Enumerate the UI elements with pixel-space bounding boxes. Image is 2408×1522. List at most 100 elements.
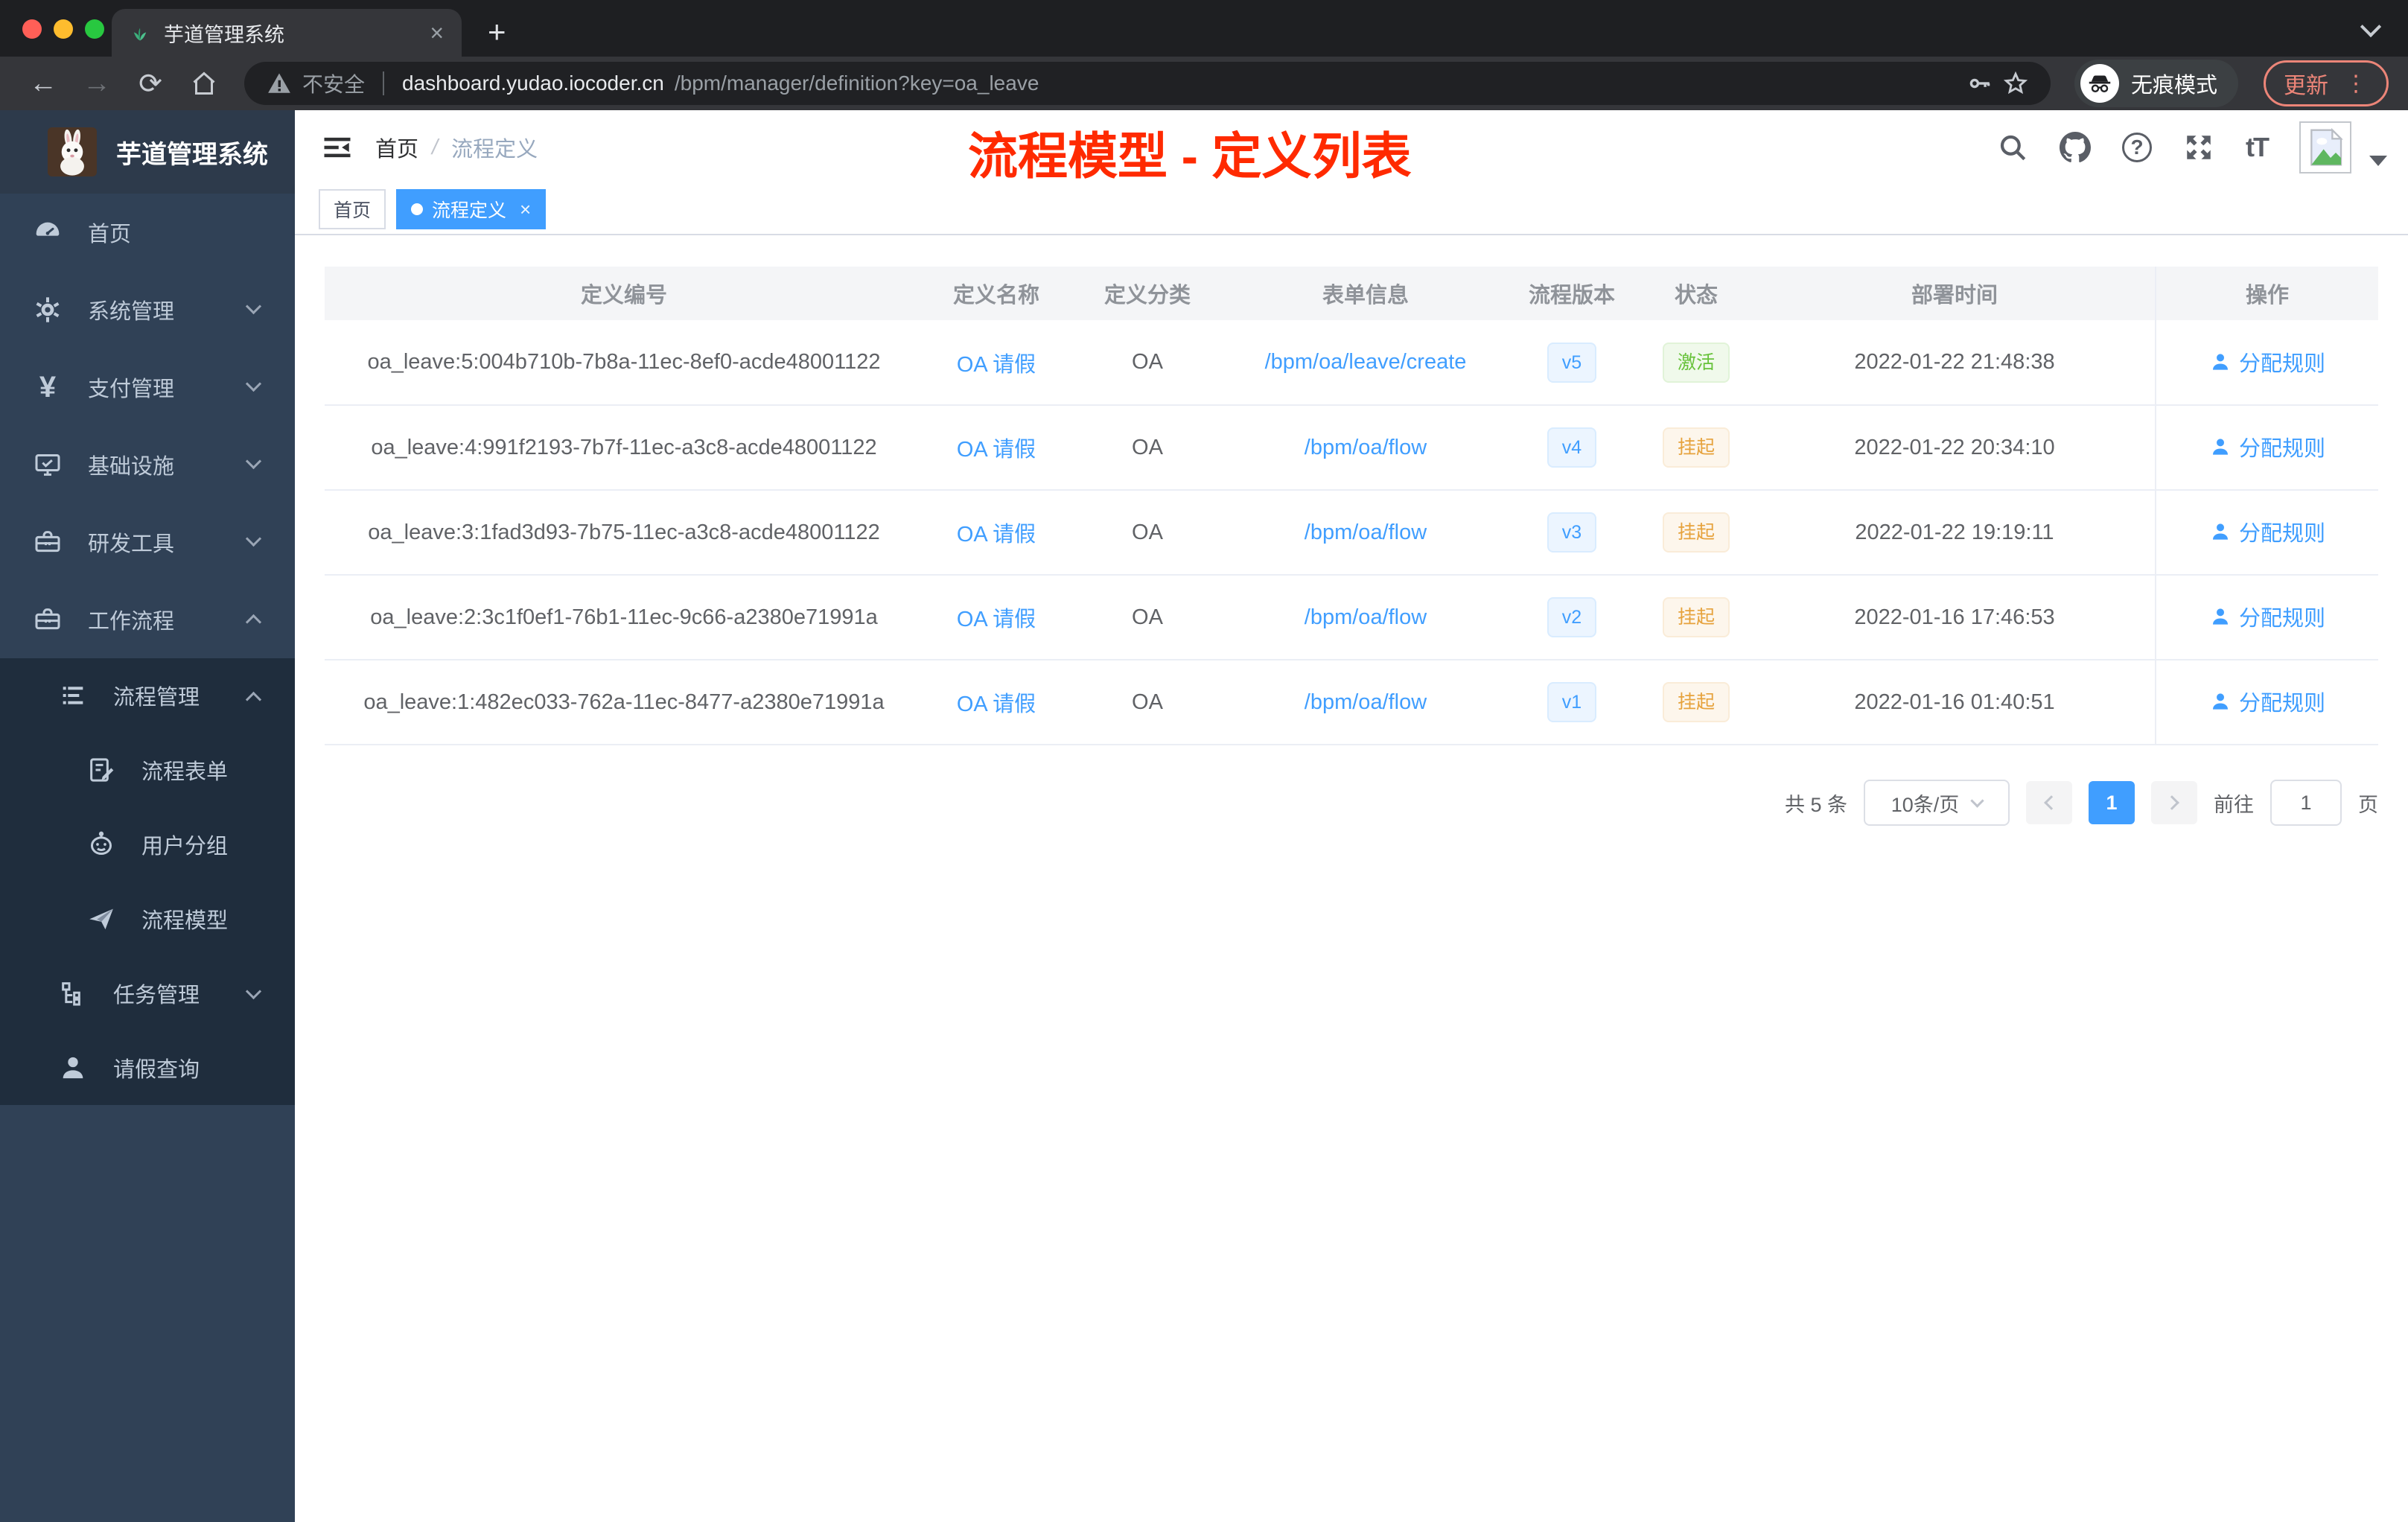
form-icon [86,755,116,785]
sidebar-item-infra[interactable]: 基础设施 [0,426,295,503]
cell-deploy-time: 2022-01-16 01:40:51 [1754,660,2156,745]
sidebar-item-label: 首页 [88,223,132,246]
cell-definition-id: oa_leave:4:991f2193-7b7f-11ec-a3c8-acde4… [325,405,923,491]
sidebar-item-leave-query[interactable]: 请假查询 [0,1031,295,1105]
browser-update-button[interactable]: 更新 ⋮ [2264,60,2389,106]
back-button[interactable]: ← [19,60,67,107]
tags-view-bar: 首页 流程定义 × [295,185,2408,235]
prev-page-button[interactable] [2026,781,2072,824]
page-size-select[interactable]: 10条/页 [1864,780,2010,826]
url-bar[interactable]: 不安全 dashboard.yudao.iocoder.cn/bpm/manag… [244,62,2051,105]
table-header-row: 定义编号 定义名称 定义分类 表单信息 流程版本 状态 部署时间 操作 [325,267,2378,320]
minimize-window-button[interactable] [54,19,73,39]
sidebar-item-process-mgmt[interactable]: 流程管理 [0,658,295,733]
browser-tab-strip: 芋道管理系统 × + [0,0,2408,57]
browser-toolbar: ← → ⟳ 不安全 dashboard.yudao.iocoder.cn/bpm… [0,57,2408,110]
assign-rule-button[interactable]: 分配规则 [2209,601,2325,632]
bookmark-star-icon[interactable] [2003,71,2028,96]
sidebar-logo[interactable]: 芋道管理系统 [0,110,295,194]
tag-process-definition[interactable]: 流程定义 × [396,189,547,229]
table-row: oa_leave:2:3c1f0ef1-76b1-11ec-9c66-a2380… [325,575,2378,660]
form-link[interactable]: /bpm/oa/flow [1305,690,1427,714]
help-icon[interactable]: ? [2122,133,2153,162]
sidebar-item-workflow[interactable]: 工作流程 [0,581,295,658]
breadcrumb-separator: / [432,135,439,159]
window-controls [22,19,104,39]
tag-close-icon[interactable]: × [520,198,531,221]
goto-page-input[interactable] [2270,780,2342,826]
maximize-window-button[interactable] [85,19,104,39]
sidebar-item-process-model[interactable]: 流程模型 [0,882,295,956]
password-key-icon[interactable] [1967,71,1993,96]
forward-button[interactable]: → [73,60,121,107]
reload-button[interactable]: ⟳ [127,60,174,107]
new-tab-button[interactable]: + [488,16,506,48]
assign-rule-button[interactable]: 分配规则 [2209,346,2325,378]
assign-rule-button[interactable]: 分配规则 [2209,686,2325,717]
page-number-button[interactable]: 1 [2089,781,2135,824]
table-row: oa_leave:5:004b710b-7b8a-11ec-8ef0-acde4… [325,320,2378,406]
user-icon [2212,353,2228,370]
col-header-deploy-time: 部署时间 [1754,267,2156,320]
definition-name-link[interactable]: OA 请假 [957,353,1036,377]
user-avatar[interactable] [2299,121,2351,173]
table-row: oa_leave:3:1fad3d93-7b75-11ec-a3c8-acde4… [325,490,2378,576]
sidebar-item-label: 流程表单 [141,760,229,784]
cell-definition-id: oa_leave:2:3c1f0ef1-76b1-11ec-9c66-a2380… [325,575,923,660]
col-header-id: 定义编号 [325,267,923,320]
breadcrumb-home[interactable]: 首页 [375,132,418,163]
sidebar-item-devtools[interactable]: 研发工具 [0,503,295,581]
close-window-button[interactable] [22,19,42,39]
status-badge: 挂起 [1662,427,1730,468]
definition-name-link[interactable]: OA 请假 [957,523,1036,547]
form-link[interactable]: /bpm/oa/flow [1305,436,1427,459]
user-icon [2212,608,2228,625]
sidebar-item-payment[interactable]: ¥ 支付管理 [0,348,295,426]
definition-name-link[interactable]: OA 请假 [957,608,1036,631]
user-icon [2212,693,2228,710]
tag-home[interactable]: 首页 [319,189,386,229]
form-link[interactable]: /bpm/oa/leave/create [1265,350,1467,374]
assign-rule-button[interactable]: 分配规则 [2209,431,2325,462]
version-badge: v2 [1547,597,1597,637]
workflow-submenu: 流程管理 流程表单 用户分组 流程模型 任务管理 请假查询 [0,658,295,1105]
chevron-up-icon [245,691,262,708]
broken-image-icon [2310,127,2343,166]
assign-rule-button[interactable]: 分配规则 [2209,516,2325,547]
next-page-button[interactable] [2151,781,2197,824]
monitor-icon [33,450,63,480]
browser-tab[interactable]: 芋道管理系统 × [112,9,462,57]
sidebar-item-task-mgmt[interactable]: 任务管理 [0,956,295,1031]
sidebar-item-label: 请假查询 [113,1058,200,1082]
url-domain: dashboard.yudao.iocoder.cn [402,71,664,95]
github-icon[interactable] [2060,132,2092,163]
tab-search-chevron-icon[interactable] [2360,16,2382,38]
page-unit-label: 页 [2358,793,2378,816]
col-header-form: 表单信息 [1226,267,1506,320]
sidebar-item-label: 支付管理 [88,378,175,401]
form-link[interactable]: /bpm/oa/flow [1305,605,1427,629]
browser-menu-dots-icon[interactable]: ⋮ [2345,71,2369,97]
form-link[interactable]: /bpm/oa/flow [1305,520,1427,544]
pagination: 共 5 条 10条/页 1 前往 页 [325,780,2378,826]
app-title: 芋道管理系统 [116,140,268,169]
search-icon[interactable] [1997,132,2028,163]
sidebar-item-user-group[interactable]: 用户分组 [0,807,295,882]
incognito-label: 无痕模式 [2130,74,2217,98]
definition-name-link[interactable]: OA 请假 [957,438,1036,462]
sidebar-item-label: 研发工具 [88,532,175,556]
cell-deploy-time: 2022-01-22 21:48:38 [1754,320,2156,406]
sidebar-item-process-form[interactable]: 流程表单 [0,733,295,807]
font-size-icon[interactable]: tT [2246,132,2270,163]
sidebar-item-home[interactable]: 首页 [0,194,295,271]
favicon-plant-icon [133,28,147,41]
list-icon [58,681,88,710]
definition-name-link[interactable]: OA 请假 [957,692,1036,716]
sidebar-toggle-button[interactable] [295,110,375,185]
user-menu-caret-icon[interactable] [2369,156,2387,166]
navbar-right-menu: ? tT [1997,121,2408,173]
home-button[interactable] [180,60,228,107]
fullscreen-icon[interactable] [2183,132,2214,163]
sidebar-item-system[interactable]: 系统管理 [0,271,295,348]
tab-close-icon[interactable]: × [430,21,444,45]
